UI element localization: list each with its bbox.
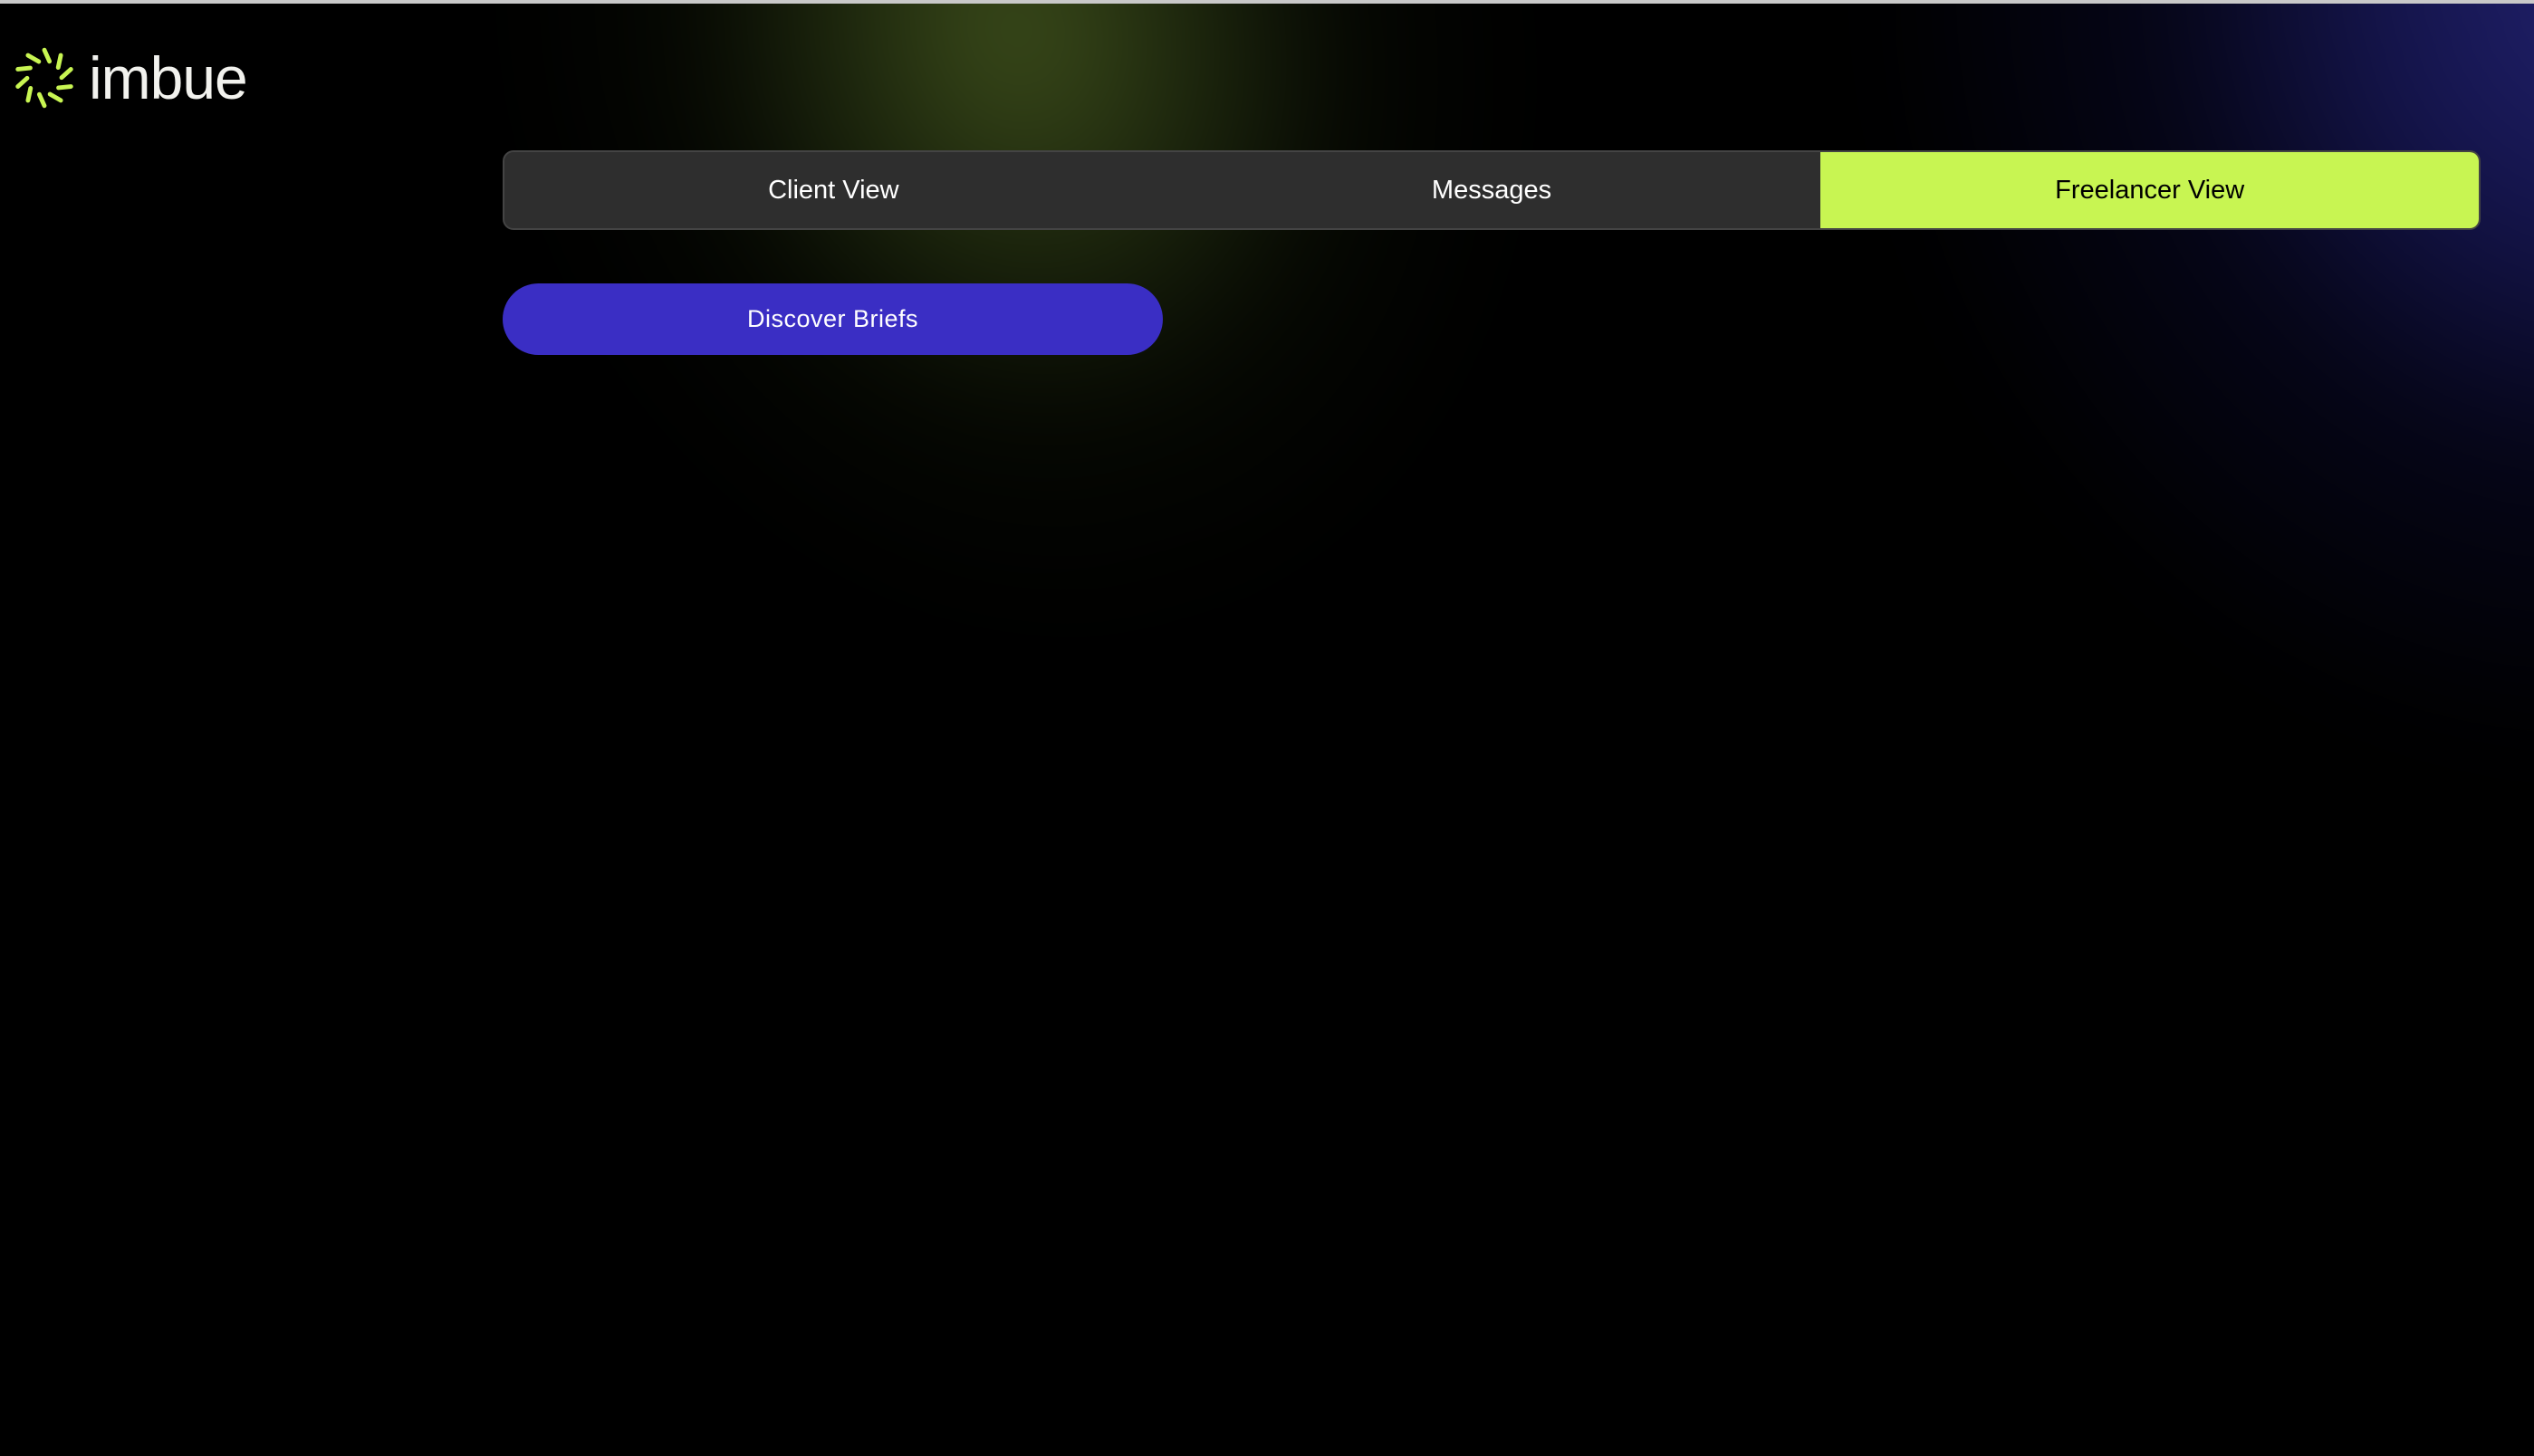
sunburst-logo-icon (15, 47, 73, 109)
tab-client-view[interactable]: Client View (504, 152, 1163, 228)
view-tabs: Client View Messages Freelancer View (503, 150, 2481, 230)
brand-logo[interactable]: imbue (13, 43, 248, 112)
top-divider (0, 0, 2534, 4)
discover-briefs-button[interactable]: Discover Briefs (503, 283, 1163, 355)
tab-freelancer-view[interactable]: Freelancer View (1820, 152, 2479, 228)
green-glow-decoration (436, 0, 1684, 824)
brand-name: imbue (89, 44, 248, 111)
tab-messages[interactable]: Messages (1163, 152, 1821, 228)
